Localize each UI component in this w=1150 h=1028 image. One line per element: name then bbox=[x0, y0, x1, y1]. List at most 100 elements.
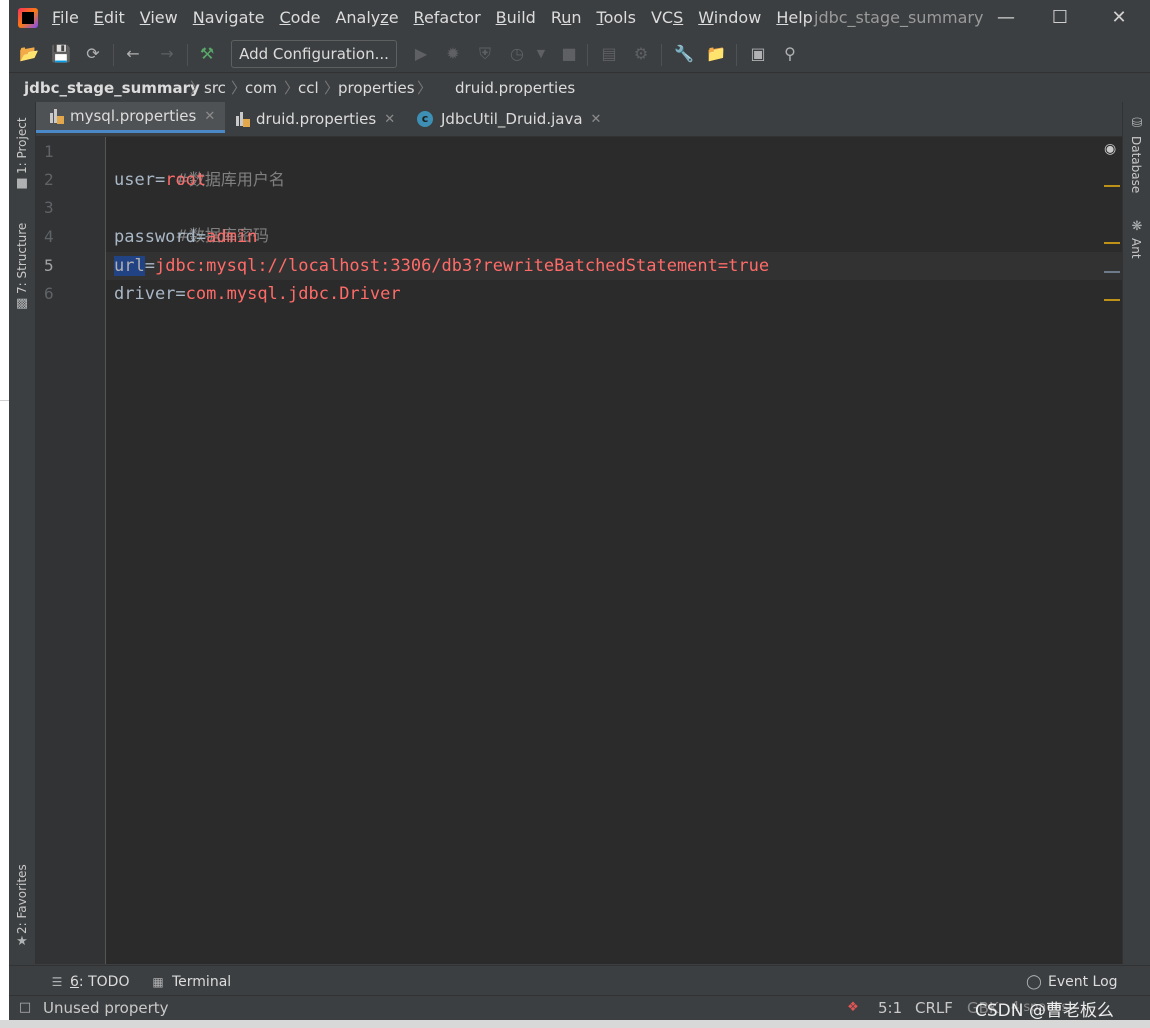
property-value: root bbox=[165, 170, 207, 190]
menu-build[interactable]: Build bbox=[496, 8, 536, 28]
code-line-2[interactable]: user=root bbox=[114, 166, 206, 194]
code-editor[interactable]: 1 2 3 4 5 6 #数据库用户名 user=root #数据库密码 pas… bbox=[36, 137, 1122, 964]
menu-run[interactable]: Run bbox=[551, 8, 582, 28]
desktop-background bbox=[0, 1020, 1150, 1028]
chevron-right-icon: 〉 bbox=[190, 79, 206, 97]
open-folder-icon[interactable]: 📂 bbox=[19, 44, 39, 64]
intellij-logo-icon bbox=[18, 8, 38, 28]
menu-refactor[interactable]: Refactor bbox=[414, 8, 481, 28]
breadcrumb-item-src[interactable]: src bbox=[204, 78, 226, 98]
database-icon: ⛁ bbox=[1131, 116, 1143, 131]
line-number: 3 bbox=[44, 198, 54, 217]
code-line-4[interactable]: password=admin bbox=[114, 223, 257, 251]
property-key-unused: url bbox=[114, 256, 145, 276]
todo-list-icon: ☰ bbox=[51, 975, 63, 989]
toolbar-separator bbox=[113, 44, 114, 66]
menu-file[interactable]: File bbox=[52, 8, 79, 28]
breadcrumb-item-ccl[interactable]: ccl bbox=[298, 78, 319, 98]
chevron-right-icon: 〉 bbox=[417, 79, 433, 97]
back-arrow-icon[interactable]: ← bbox=[123, 44, 143, 64]
close-tab-icon[interactable]: ✕ bbox=[204, 109, 215, 124]
attach-debugger-icon[interactable]: ▤ bbox=[599, 44, 619, 64]
property-key: user bbox=[114, 170, 155, 190]
project-tool-button[interactable]: 1: Project bbox=[15, 117, 29, 174]
ide-window: File Edit View Navigate Code Analyze Ref… bbox=[9, 0, 1150, 1020]
menu-vcs[interactable]: VCS bbox=[651, 8, 683, 28]
event-log-icon: ◯ bbox=[1026, 974, 1042, 990]
database-tool-button[interactable]: Database bbox=[1129, 136, 1143, 193]
warning-stripe-marker[interactable] bbox=[1104, 299, 1120, 301]
save-icon[interactable]: 💾 bbox=[51, 44, 71, 64]
terminal-window-icon[interactable]: ▣ bbox=[748, 44, 768, 64]
tab-label: druid.properties bbox=[256, 110, 377, 128]
structure-tool-button[interactable]: 7: Structure bbox=[15, 223, 29, 294]
debug-icon[interactable]: ✹ bbox=[443, 44, 463, 64]
menu-analyze[interactable]: Analyze bbox=[335, 8, 398, 28]
line-number: 6 bbox=[44, 284, 54, 303]
chevron-down-icon[interactable]: ▼ bbox=[531, 44, 551, 64]
todo-tool-button[interactable]: 6: TODO bbox=[70, 973, 129, 991]
menu-bar: File Edit View Navigate Code Analyze Ref… bbox=[9, 0, 1150, 36]
stop-icon[interactable]: ■ bbox=[559, 44, 579, 64]
wrench-settings-icon[interactable]: 🔧 bbox=[674, 44, 694, 64]
tab-druid-properties[interactable]: druid.properties ✕ bbox=[236, 102, 406, 136]
property-key: password bbox=[114, 227, 196, 247]
menu-tools[interactable]: Tools bbox=[597, 8, 636, 28]
line-number: 1 bbox=[44, 142, 54, 161]
window-title: jdbc_stage_summary bbox=[814, 8, 984, 27]
java-class-icon: c bbox=[417, 111, 433, 127]
menu-window[interactable]: Window bbox=[698, 8, 761, 28]
profile-icon[interactable]: ◷ bbox=[507, 44, 527, 64]
properties-file-icon bbox=[236, 111, 250, 127]
event-log-button[interactable]: Event Log bbox=[1048, 973, 1118, 991]
line-separator[interactable]: CRLF bbox=[915, 998, 953, 1018]
sync-icon[interactable]: ⟳ bbox=[83, 44, 103, 64]
project-structure-icon[interactable]: 📁 bbox=[706, 44, 726, 64]
menu-code[interactable]: Code bbox=[280, 8, 321, 28]
ant-tool-button[interactable]: Ant bbox=[1129, 238, 1143, 259]
breadcrumb-item-file[interactable]: druid.properties bbox=[455, 78, 575, 98]
property-value: jdbc:mysql://localhost:3306/db3?rewriteB… bbox=[154, 256, 770, 276]
breadcrumb-item-project[interactable]: jdbc_stage_summary bbox=[24, 78, 200, 98]
minimize-icon[interactable]: — bbox=[994, 6, 1018, 30]
coverage-icon[interactable]: ⛨ bbox=[475, 44, 495, 64]
property-key: driver bbox=[114, 284, 176, 304]
close-window-icon[interactable]: ✕ bbox=[1107, 6, 1131, 30]
run-icon[interactable]: ▶ bbox=[411, 44, 431, 64]
favorites-tool-button[interactable]: 2: Favorites bbox=[15, 864, 29, 934]
breadcrumb-item-com[interactable]: com bbox=[245, 78, 277, 98]
build-hammer-icon[interactable]: ⚒ bbox=[197, 44, 217, 64]
error-indicator-icon[interactable]: ❖ bbox=[845, 1000, 861, 1016]
menu-help[interactable]: Help bbox=[776, 8, 812, 28]
search-icon[interactable]: ⚲ bbox=[780, 44, 800, 64]
forward-arrow-icon[interactable]: → bbox=[157, 44, 177, 64]
breadcrumb-item-properties[interactable]: properties bbox=[338, 78, 415, 98]
eye-icon[interactable]: ◉ bbox=[1104, 141, 1116, 157]
line-number-gutter: 1 2 3 4 5 6 bbox=[36, 137, 106, 964]
warning-stripe-marker[interactable] bbox=[1104, 242, 1120, 244]
toolbar-separator bbox=[187, 44, 188, 66]
close-tab-icon[interactable]: ✕ bbox=[591, 112, 602, 127]
caret-position[interactable]: 5:1 bbox=[878, 998, 902, 1018]
properties-file-icon bbox=[50, 108, 64, 124]
tab-mysql-properties[interactable]: mysql.properties ✕ bbox=[36, 102, 225, 133]
tab-jdbcutil-druid-java[interactable]: c JdbcUtil_Druid.java ✕ bbox=[417, 102, 617, 136]
equals-sign: = bbox=[175, 284, 186, 304]
code-line-5[interactable]: url=jdbc:mysql://localhost:3306/db3?rewr… bbox=[114, 252, 769, 280]
menu-view[interactable]: View bbox=[140, 8, 178, 28]
add-configuration-button[interactable]: Add Configuration... bbox=[231, 40, 397, 68]
close-tab-icon[interactable]: ✕ bbox=[384, 112, 395, 127]
code-line-6[interactable]: driver=com.mysql.jdbc.Driver bbox=[114, 280, 401, 308]
main-toolbar: 📂 💾 ⟳ ← → ⚒ Add Configuration... ▶ ✹ ⛨ ◷… bbox=[9, 36, 1150, 73]
toggle-tool-windows-icon[interactable]: □ bbox=[17, 1000, 33, 1016]
maximize-icon[interactable]: ☐ bbox=[1048, 6, 1072, 30]
warning-stripe-marker[interactable] bbox=[1104, 185, 1120, 187]
menu-navigate[interactable]: Navigate bbox=[193, 8, 265, 28]
line-number-current: 5 bbox=[44, 256, 54, 275]
menu-edit[interactable]: Edit bbox=[94, 8, 125, 28]
terminal-tool-button[interactable]: Terminal bbox=[172, 973, 231, 991]
ant-icon: ❋ bbox=[1131, 219, 1143, 234]
toolbar-separator bbox=[736, 44, 737, 66]
todo-label: : TODO bbox=[78, 974, 130, 990]
services-icon[interactable]: ⚙ bbox=[631, 44, 651, 64]
